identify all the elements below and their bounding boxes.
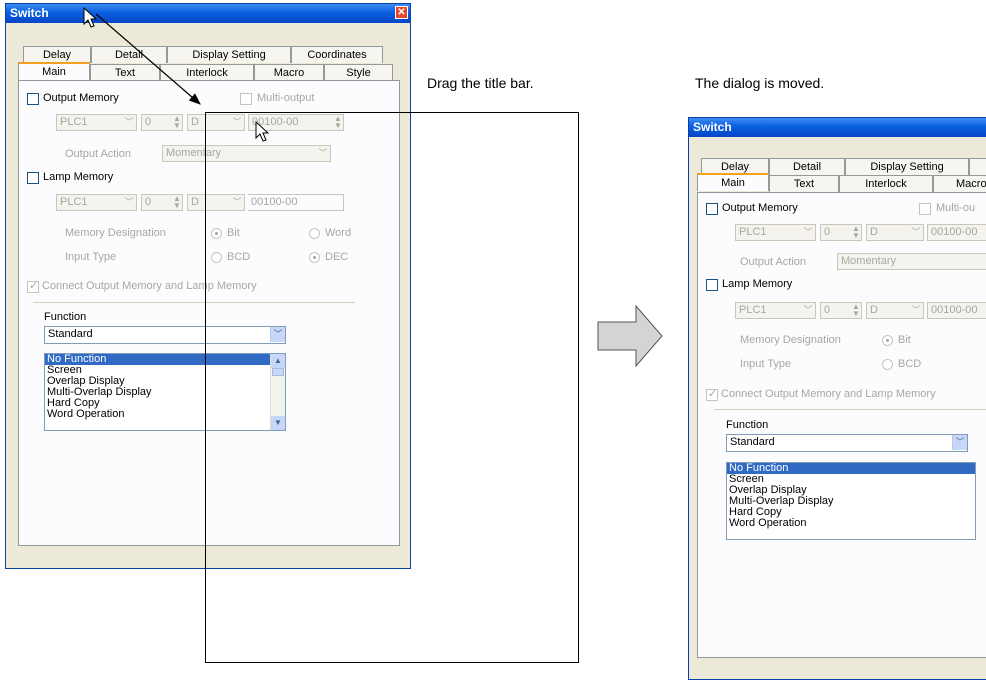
mouse-pointer-icon <box>255 120 270 142</box>
mouse-pointer-icon <box>83 6 98 28</box>
drag-direction-arrow <box>95 13 201 105</box>
caption-moved: The dialog is moved. <box>695 75 825 91</box>
tab-main[interactable]: Main <box>697 173 769 191</box>
annotation-overlay <box>83 6 663 368</box>
tab-main[interactable]: Main <box>18 62 90 80</box>
caption-drag: Drag the title bar. <box>427 75 534 91</box>
right-arrow-icon <box>597 304 663 368</box>
